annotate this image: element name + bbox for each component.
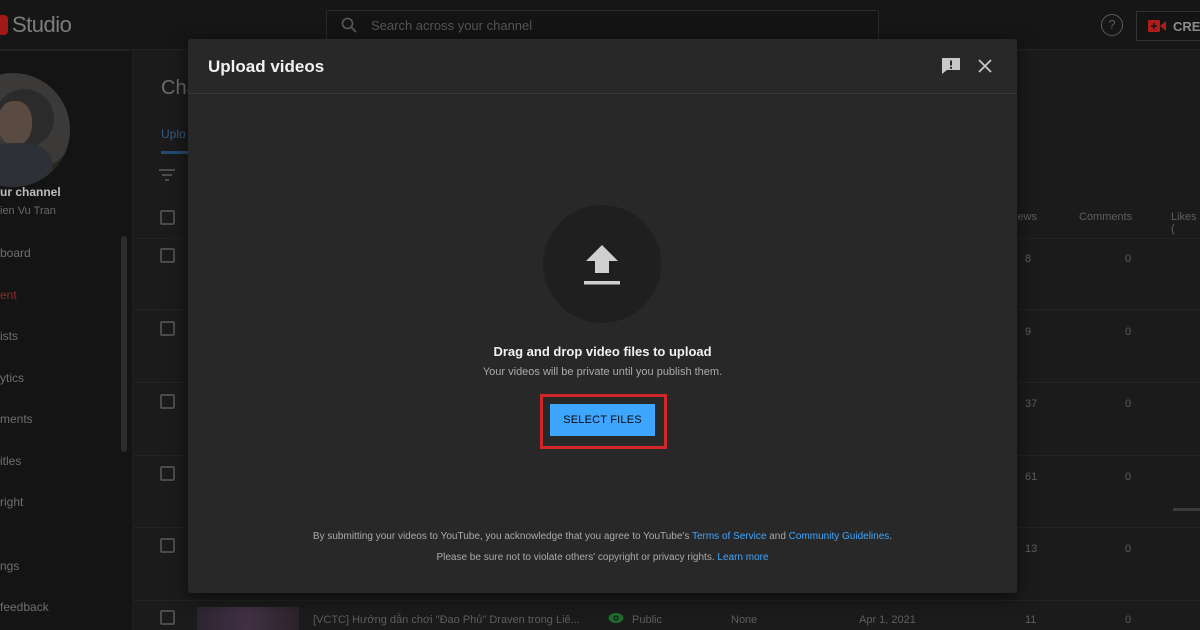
row-comments: 0 bbox=[1125, 471, 1132, 483]
upload-arrow-icon bbox=[584, 245, 620, 285]
visibility-label: Public bbox=[632, 614, 662, 626]
sidebar-item-playlists[interactable]: ists bbox=[0, 329, 18, 343]
terms-and: and bbox=[766, 531, 789, 542]
logo-text: Studio bbox=[12, 12, 72, 37]
create-camera-icon bbox=[1148, 20, 1166, 32]
row-checkbox[interactable] bbox=[160, 248, 175, 263]
row-views: 8 bbox=[1025, 253, 1032, 265]
row-checkbox[interactable] bbox=[160, 394, 175, 409]
filter-icon[interactable] bbox=[159, 169, 175, 181]
create-label: CREA bbox=[1173, 18, 1200, 34]
studio-app: Studio ? CREA ur channel ien Vu Tran boa… bbox=[0, 0, 1200, 630]
youtube-logo-icon bbox=[0, 15, 8, 35]
drag-drop-title: Drag and drop video files to upload bbox=[493, 344, 712, 359]
sidebar-item-content[interactable]: ent bbox=[0, 288, 17, 302]
studio-logo[interactable]: Studio bbox=[0, 12, 72, 38]
sidebar-item-dashboard[interactable]: board bbox=[0, 246, 31, 260]
channel-name: ien Vu Tran bbox=[0, 205, 56, 217]
video-thumbnail[interactable] bbox=[197, 607, 299, 630]
publish-date: Apr 1, 2021 bbox=[859, 614, 916, 626]
row-comments: 0 bbox=[1125, 326, 1132, 338]
tab-uploads[interactable]: Uplo bbox=[161, 127, 186, 141]
row-divider bbox=[133, 600, 1200, 601]
row-views: 37 bbox=[1025, 398, 1038, 410]
create-button[interactable]: CREA bbox=[1136, 11, 1200, 41]
terms-end: . bbox=[889, 531, 893, 542]
channel-title: ur channel bbox=[0, 185, 61, 199]
public-eye-icon bbox=[608, 613, 624, 623]
learn-more-link[interactable]: Learn more bbox=[717, 552, 768, 563]
privacy-text: Please be sure not to violate others' co… bbox=[436, 552, 718, 563]
row-comments: 0 bbox=[1125, 614, 1132, 626]
row-comments: 0 bbox=[1125, 253, 1132, 265]
search-input[interactable] bbox=[371, 17, 851, 33]
sidebar-item-comments[interactable]: ments bbox=[0, 412, 33, 426]
column-comments[interactable]: Comments bbox=[1079, 211, 1132, 223]
drag-drop-subtitle: Your videos will be private until you pu… bbox=[482, 366, 723, 378]
row-checkbox[interactable] bbox=[160, 610, 175, 625]
sidebar-scrollbar[interactable] bbox=[121, 236, 127, 452]
tab-underline bbox=[161, 151, 191, 154]
upload-dropzone[interactable] bbox=[543, 205, 661, 323]
row-checkbox[interactable] bbox=[160, 321, 175, 336]
sidebar-item-analytics[interactable]: ytics bbox=[0, 371, 24, 385]
search-box[interactable] bbox=[326, 10, 879, 40]
restrictions-label: None bbox=[731, 614, 758, 626]
video-title[interactable]: [VCTC] Hướng dẫn chơi "Đao Phủ" Draven t… bbox=[313, 614, 580, 626]
upload-dialog: Upload videos Drag and drop video files … bbox=[188, 39, 1017, 593]
likes-bar bbox=[1173, 508, 1200, 511]
select-all-checkbox[interactable] bbox=[160, 210, 175, 225]
row-comments: 0 bbox=[1125, 398, 1132, 410]
search-icon bbox=[327, 17, 371, 33]
avatar[interactable] bbox=[0, 73, 70, 187]
row-comments: 0 bbox=[1125, 543, 1132, 555]
sidebar-item-feedback[interactable]: feedback bbox=[0, 600, 49, 614]
sidebar-item-subtitles[interactable]: itles bbox=[0, 454, 21, 468]
row-views: 61 bbox=[1025, 471, 1038, 483]
select-files-button[interactable]: SELECT FILES bbox=[550, 404, 655, 436]
row-views: 9 bbox=[1025, 326, 1032, 338]
feedback-icon[interactable] bbox=[941, 57, 961, 75]
help-icon[interactable]: ? bbox=[1101, 14, 1123, 36]
terms-prefix: By submitting your videos to YouTube, yo… bbox=[312, 531, 692, 542]
sidebar: ur channel ien Vu Tran board ent ists yt… bbox=[0, 51, 132, 630]
row-checkbox[interactable] bbox=[160, 538, 175, 553]
terms-of-service-link[interactable]: Terms of Service bbox=[692, 531, 766, 542]
sidebar-item-copyright[interactable]: right bbox=[0, 495, 23, 509]
row-checkbox[interactable] bbox=[160, 466, 175, 481]
column-views[interactable]: iews bbox=[1015, 211, 1037, 223]
dialog-header: Upload videos bbox=[188, 39, 1017, 94]
terms-notice: By submitting your videos to YouTube, yo… bbox=[188, 531, 1017, 542]
column-likes[interactable]: Likes ( bbox=[1171, 211, 1200, 235]
privacy-notice: Please be sure not to violate others' co… bbox=[188, 552, 1017, 563]
dialog-title: Upload videos bbox=[208, 57, 325, 76]
avatar-face bbox=[0, 101, 32, 145]
close-icon[interactable] bbox=[977, 58, 993, 74]
row-views: 13 bbox=[1025, 543, 1038, 555]
community-guidelines-link[interactable]: Community Guidelines bbox=[789, 531, 890, 542]
avatar-shirt bbox=[0, 143, 52, 187]
row-views: 11 bbox=[1025, 614, 1037, 626]
sidebar-item-settings[interactable]: ngs bbox=[0, 559, 19, 573]
